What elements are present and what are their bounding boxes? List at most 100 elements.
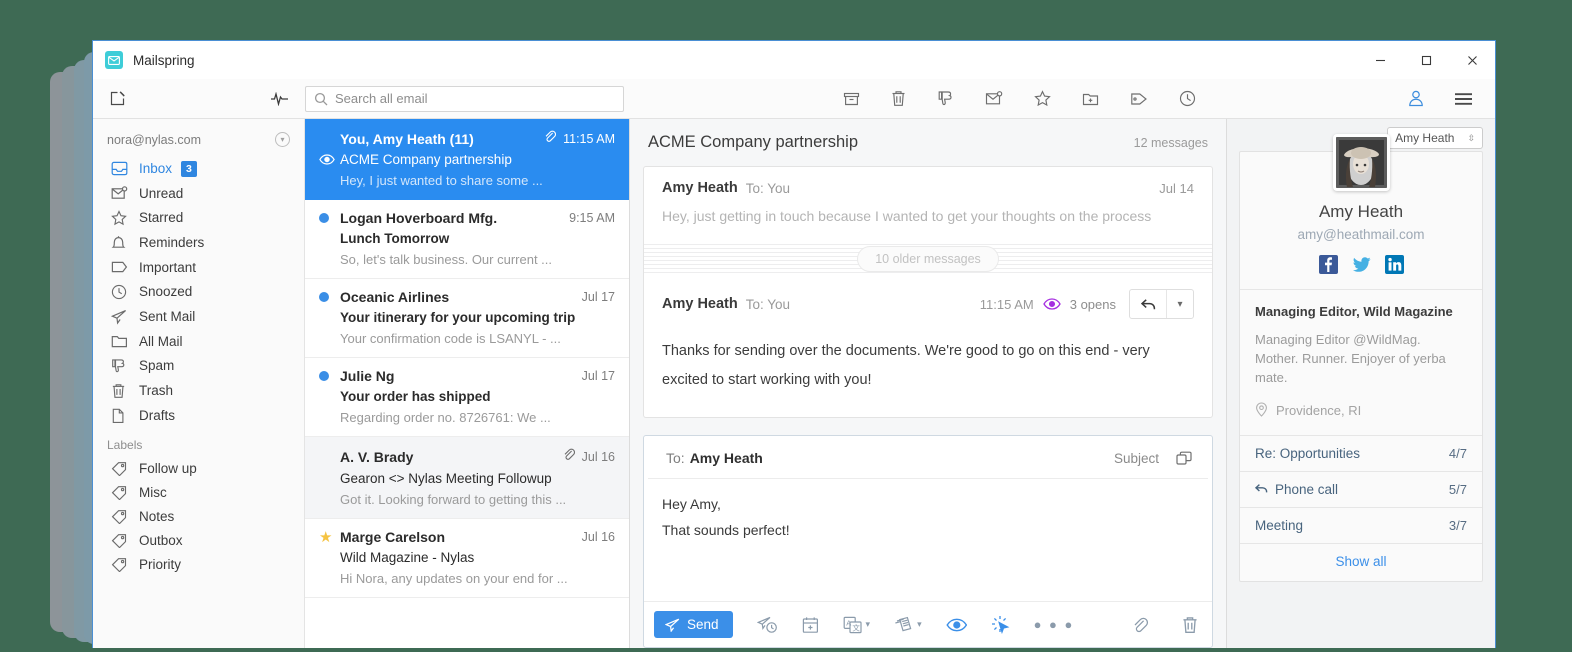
read-receipt-eye-icon[interactable] [1043, 298, 1061, 310]
mark-unread-icon[interactable] [985, 91, 1003, 106]
send-later-icon[interactable] [757, 616, 778, 634]
contact-selector[interactable]: Amy Heath ⇳ [1387, 127, 1483, 149]
templates-chevron-down-icon[interactable]: ▾ [917, 619, 922, 630]
sidebar-label-follow-up[interactable]: Follow up [93, 456, 304, 480]
activity-item[interactable]: Phone call 5/7 [1240, 471, 1482, 507]
sidebar-item-spam[interactable]: Spam [93, 353, 304, 378]
message-recipient: To: You [746, 181, 790, 196]
contact-bio-line-2: Mother. Runner. Enjoyer of yerba mate. [1255, 350, 1467, 388]
person-icon[interactable] [1408, 90, 1424, 107]
search-input[interactable] [335, 91, 615, 106]
read-receipt-eye-icon[interactable] [946, 618, 967, 632]
title-bar: Mailspring [93, 41, 1495, 79]
important-tag-icon [111, 260, 130, 274]
trash-icon[interactable] [1182, 616, 1198, 634]
star-icon[interactable] [1034, 90, 1051, 107]
email-list-item[interactable]: Julie Ng Jul 17 Your order has shipped R… [305, 358, 629, 437]
facebook-icon[interactable] [1319, 255, 1338, 274]
popout-window-icon[interactable] [1176, 451, 1192, 466]
toolbar-left-group [93, 90, 305, 107]
message-body: Thanks for sending over the documents. W… [644, 331, 1212, 417]
collapsed-message[interactable]: Amy Heath To: You Jul 14 Hey, just getti… [643, 166, 1213, 241]
sidebar-item-trash[interactable]: Trash [93, 378, 304, 403]
trash-icon[interactable] [891, 90, 906, 107]
twitter-icon[interactable] [1352, 255, 1371, 274]
send-button[interactable]: Send [654, 611, 733, 638]
sidebar-item-label: Important [139, 260, 196, 275]
spam-icon[interactable] [937, 90, 954, 107]
email-snippet: Got it. Looking forward to getting this … [319, 492, 615, 507]
email-list-item[interactable]: ★ Marge Carelson Jul 16 Wild Magazine - … [305, 519, 629, 598]
sidebar-label-priority[interactable]: Priority [93, 552, 304, 576]
templates-icon[interactable]: ▾ [894, 616, 922, 634]
account-chevron-down-icon[interactable]: ▾ [275, 132, 290, 147]
email-list-item[interactable]: A. V. Brady Jul 16 Gearon <> Nylas Meeti… [305, 437, 629, 519]
compose-subject-field[interactable]: Subject [1114, 451, 1159, 466]
email-date: Jul 17 [582, 369, 615, 383]
link-tracking-icon[interactable] [991, 615, 1010, 634]
activity-pulse-icon[interactable] [270, 92, 289, 106]
sidebar-item-important[interactable]: Important [93, 255, 304, 279]
paperclip-icon[interactable] [1131, 616, 1148, 634]
close-button[interactable] [1449, 41, 1495, 79]
minimize-button[interactable] [1357, 41, 1403, 79]
email-row-header: Julie Ng Jul 17 [319, 368, 615, 384]
sidebar-item-starred[interactable]: Starred [93, 205, 304, 230]
unread-dot [319, 292, 329, 302]
reply-arrow-icon[interactable] [1130, 290, 1166, 318]
sidebar-item-inbox[interactable]: Inbox 3 [93, 156, 304, 181]
translate-icon[interactable]: A 文 ▾ [843, 616, 871, 634]
move-folder-icon[interactable] [1082, 91, 1099, 107]
search-box[interactable] [305, 86, 624, 112]
older-messages-pill[interactable]: 10 older messages [857, 246, 999, 272]
reply-options-chevron-down-icon[interactable]: ▾ [1166, 290, 1193, 318]
linkedin-icon[interactable] [1385, 255, 1404, 274]
svg-text:A: A [846, 618, 851, 627]
sidebar-label-outbox[interactable]: Outbox [93, 528, 304, 552]
compose-to-recipient[interactable]: Amy Heath [690, 450, 763, 466]
more-options-icon[interactable]: ● ● ● [1034, 617, 1075, 632]
document-icon [111, 408, 130, 424]
menu-hamburger-icon[interactable] [1454, 92, 1473, 106]
compose-icon[interactable] [109, 90, 126, 107]
snooze-icon[interactable] [1179, 90, 1196, 107]
sidebar-item-drafts[interactable]: Drafts [93, 403, 304, 428]
thumbs-down-icon [111, 358, 130, 374]
calendar-add-icon[interactable] [802, 616, 819, 634]
mailspring-window: Mailspring [92, 40, 1496, 648]
account-row[interactable]: nora@nylas.com ▾ [93, 127, 304, 156]
activity-label: Phone call [1275, 482, 1338, 497]
message-meta: Jul 14 [1159, 181, 1194, 196]
toolbar-action-icons [630, 90, 1408, 107]
sidebar-item-reminders[interactable]: Reminders [93, 230, 304, 255]
compose-body[interactable]: Hey Amy, That sounds perfect! [644, 479, 1212, 601]
email-sender: You, Amy Heath (11) [340, 131, 474, 147]
sidebar-item-label: Reminders [139, 235, 204, 250]
sidebar-item-snoozed[interactable]: Snoozed [93, 279, 304, 304]
sidebar: nora@nylas.com ▾ Inbox 3 [93, 119, 305, 648]
thread-title: ACME Company partnership [648, 133, 858, 152]
show-all-link[interactable]: Show all [1240, 543, 1482, 581]
email-list-item[interactable]: Logan Hoverboard Mfg. 9:15 AM Lunch Tomo… [305, 200, 629, 279]
starred-star-icon[interactable]: ★ [319, 530, 333, 545]
sidebar-label-misc[interactable]: Misc [93, 480, 304, 504]
activity-item[interactable]: Meeting 3/7 [1240, 507, 1482, 543]
sidebar-item-all-mail[interactable]: All Mail [93, 329, 304, 353]
email-row-header: Oceanic Airlines Jul 17 [319, 289, 615, 305]
translate-chevron-down-icon[interactable]: ▾ [866, 619, 871, 630]
email-snippet: Your confirmation code is LSANYL - ... [319, 331, 615, 346]
label-icon[interactable] [1130, 91, 1148, 107]
contact-social-links [1240, 255, 1482, 274]
email-sender: Oceanic Airlines [340, 289, 449, 305]
tag-icon [111, 557, 130, 572]
activity-item[interactable]: Re: Opportunities 4/7 [1240, 435, 1482, 471]
email-list-item[interactable]: You, Amy Heath (11) 11:15 AM [305, 119, 629, 200]
sidebar-item-unread[interactable]: Unread [93, 181, 304, 205]
maximize-button[interactable] [1403, 41, 1449, 79]
unread-dot [319, 213, 329, 223]
sidebar-item-sent-mail[interactable]: Sent Mail [93, 304, 304, 329]
email-list-item[interactable]: Oceanic Airlines Jul 17 Your itinerary f… [305, 279, 629, 358]
archive-icon[interactable] [843, 91, 860, 107]
older-messages-divider[interactable]: 10 older messages [643, 241, 1213, 276]
sidebar-label-notes[interactable]: Notes [93, 504, 304, 528]
